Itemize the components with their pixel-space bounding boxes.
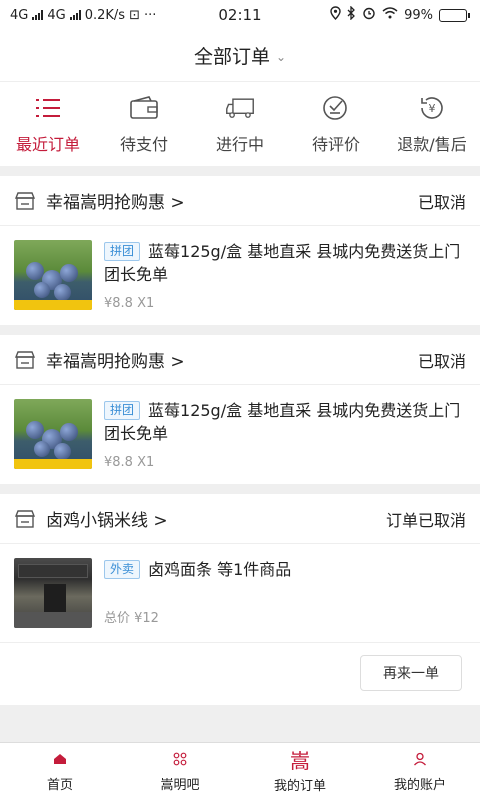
page-title: 全部订单 <box>193 46 270 68</box>
order-status: 已取消 <box>417 351 466 371</box>
order-card[interactable]: 幸福嵩明抢购惠 > 已取消 拼团 蓝莓125g/盒 基地直采 县城内免费送货上门 … <box>0 176 480 325</box>
wallet-icon <box>129 94 159 122</box>
order-item[interactable]: 外卖 卤鸡面条 等1件商品 总价 ¥12 <box>0 544 480 642</box>
group-buy-tag: 拼团 <box>104 242 141 261</box>
product-image <box>14 240 92 310</box>
shop-name: 幸福嵩明抢购惠 > <box>46 193 185 213</box>
network-label-1: 4G <box>10 7 29 23</box>
shop-icon <box>14 350 36 369</box>
user-icon <box>413 750 427 768</box>
signal-icon <box>32 10 44 20</box>
notification-icon: ⊡ <box>129 7 140 23</box>
review-icon <box>321 94 351 122</box>
nav-home[interactable]: 首页 <box>0 743 120 800</box>
order-card[interactable]: 幸福嵩明抢购惠 > 已取消 拼团 蓝莓125g/盒 基地直采 县城内免费送货上门 … <box>0 335 480 484</box>
shop-name: 卤鸡小锅米线 > <box>46 511 168 531</box>
shop-row[interactable]: 卤鸡小锅米线 > 订单已取消 <box>0 494 480 544</box>
order-filter-header[interactable]: 全部订单 ⌄ <box>0 30 480 82</box>
tab-label: 进行中 <box>215 134 264 154</box>
tab-pending-payment[interactable]: 待支付 <box>96 82 192 166</box>
order-total: 总价 ¥12 <box>104 611 159 626</box>
chevron-down-icon: ⌄ <box>275 50 287 64</box>
wifi-icon <box>382 7 398 23</box>
takeout-tag: 外卖 <box>104 560 141 579</box>
tab-recent[interactable]: 最近订单 <box>0 82 96 166</box>
order-item[interactable]: 拼团 蓝莓125g/盒 基地直采 县城内免费送货上门 团长免单 ¥8.8 X1 <box>0 226 480 325</box>
product-image <box>14 399 92 469</box>
signal-icon-2 <box>69 10 81 20</box>
shop-row[interactable]: 幸福嵩明抢购惠 > 已取消 <box>0 176 480 226</box>
grid-icon <box>173 750 187 768</box>
shop-row[interactable]: 幸福嵩明抢购惠 > 已取消 <box>0 335 480 385</box>
logo-icon: 嵩 <box>290 748 310 773</box>
tab-label: 退款/售后 <box>397 134 467 154</box>
shop-icon <box>14 509 36 528</box>
more-dots: ··· <box>143 7 157 23</box>
refund-icon: ¥ <box>417 94 447 122</box>
tab-label: 待支付 <box>119 134 168 154</box>
nav-label: 我的订单 <box>273 779 326 794</box>
network-speed: 0.2K/s <box>84 7 126 23</box>
tab-label: 最近订单 <box>15 134 80 154</box>
bottom-nav: 首页 嵩明吧 嵩 我的订单 我的账户 <box>0 742 480 800</box>
order-tabs: 最近订单 待支付 进行中 待评价 ¥ 退款/售后 <box>0 82 480 166</box>
store-image <box>14 558 92 628</box>
shop-icon <box>14 191 36 210</box>
list-icon <box>33 94 63 122</box>
tab-in-progress[interactable]: 进行中 <box>192 82 288 166</box>
nav-label: 我的账户 <box>393 778 446 793</box>
order-status: 已取消 <box>417 192 466 212</box>
tab-refund[interactable]: ¥ 退款/售后 <box>384 82 480 166</box>
product-price: ¥8.8 X1 <box>104 455 155 470</box>
home-icon <box>53 750 67 768</box>
location-icon <box>330 6 341 24</box>
group-buy-tag: 拼团 <box>104 401 141 420</box>
clock: 02:11 <box>218 6 262 24</box>
product-title: 蓝莓125g/盒 基地直采 县城内免费送货上门 团长免单 <box>104 401 461 443</box>
order-card[interactable]: 卤鸡小锅米线 > 订单已取消 外卖 卤鸡面条 等1件商品 总价 ¥12 再来一单 <box>0 494 480 705</box>
svg-text:¥: ¥ <box>429 102 436 115</box>
product-title: 卤鸡面条 等1件商品 <box>148 560 292 579</box>
nav-label: 嵩明吧 <box>160 778 200 793</box>
bluetooth-icon <box>347 5 356 24</box>
product-price: ¥8.8 X1 <box>104 296 155 311</box>
battery-icon <box>438 8 470 22</box>
nav-account[interactable]: 我的账户 <box>360 743 480 800</box>
shop-name: 幸福嵩明抢购惠 > <box>46 352 185 372</box>
network-label-2: 4G <box>47 7 66 23</box>
order-item[interactable]: 拼团 蓝莓125g/盒 基地直采 县城内免费送货上门 团长免单 ¥8.8 X1 <box>0 385 480 484</box>
product-title: 蓝莓125g/盒 基地直采 县城内免费送货上门 团长免单 <box>104 242 461 284</box>
nav-label: 首页 <box>46 778 73 793</box>
truck-icon <box>225 94 255 122</box>
nav-community[interactable]: 嵩明吧 <box>120 743 240 800</box>
status-bar: 4G 4G 0.2K/s ⊡ ··· 02:11 99% <box>0 0 480 30</box>
reorder-button[interactable]: 再来一单 <box>360 655 462 691</box>
tab-to-review[interactable]: 待评价 <box>288 82 384 166</box>
nav-my-orders[interactable]: 嵩 我的订单 <box>240 743 360 800</box>
order-status: 订单已取消 <box>385 510 466 530</box>
battery-percent: 99% <box>404 7 433 23</box>
alarm-icon <box>362 6 376 24</box>
tab-label: 待评价 <box>311 134 360 154</box>
